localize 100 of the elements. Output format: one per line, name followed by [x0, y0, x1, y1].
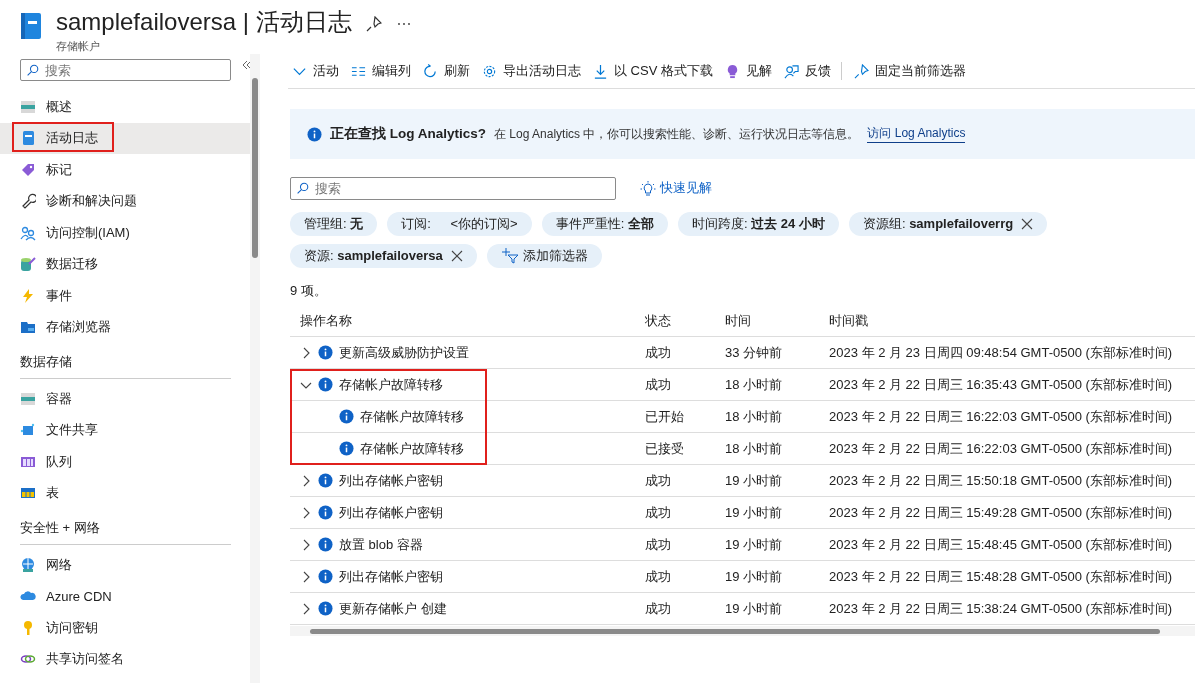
operation-name[interactable]: 列出存储帐户密钥 [339, 471, 443, 490]
scrollbar[interactable] [250, 54, 260, 683]
sidebar-item[interactable]: 概述 [0, 91, 250, 123]
filter-chip[interactable]: 资源组: samplefailoverrg [848, 212, 1048, 236]
sidebar-item[interactable]: 访问控制(IAM) [0, 217, 250, 249]
add-filter-icon [500, 248, 519, 264]
item-count: 9 项。 [290, 282, 328, 300]
sidebar-item-icon [20, 193, 36, 210]
status-cell-text: 成功 [645, 599, 672, 618]
column-header[interactable]: 时间戳 [829, 312, 1195, 330]
banner-title: 正在查找 Log Analytics? [330, 125, 486, 143]
operation-name[interactable]: 更新存储帐户 创建 [339, 599, 447, 618]
status-cell-text: 成功 [645, 503, 672, 522]
info-icon [318, 377, 333, 392]
status-cell-text: 成功 [645, 567, 672, 586]
operation-name[interactable]: 列出存储帐户密钥 [339, 503, 443, 522]
time-cell-text: 19 小时前 [725, 471, 784, 490]
quick-insights-link[interactable]: 快速见解 [640, 180, 712, 197]
sidebar-item[interactable]: 诊断和解决问题 [0, 185, 250, 217]
download-icon [593, 63, 608, 79]
sidebar-item[interactable]: 容器 [0, 383, 250, 415]
time-cell-text: 18 小时前 [725, 439, 784, 458]
info-icon [318, 569, 333, 584]
sidebar-item[interactable]: 文件共享 [0, 414, 250, 446]
toolbar-button[interactable]: 导出活动日志 [478, 62, 589, 80]
operation-name[interactable]: 更新高级威胁防护设置 [339, 343, 469, 362]
sidebar-item[interactable]: 队列 [0, 446, 250, 478]
search-icon [296, 182, 309, 195]
add-filter-button[interactable]: 添加筛选器 [486, 244, 602, 268]
info-icon [339, 409, 354, 424]
toolbar-button[interactable]: 固定当前筛选器 [849, 62, 974, 80]
page-title: samplefailoversa | 活动日志 [56, 7, 352, 37]
banner-text: 在 Log Analytics 中，你可以搜索性能、诊断、运行状况日志等信息。 [494, 125, 860, 143]
sidebar-item-icon [20, 287, 36, 304]
timestamp-cell-text: 2023 年 2 月 22 日周三 16:22:03 GMT-0500 (东部标准时间) [829, 407, 1174, 426]
status-cell-text: 成功 [645, 375, 672, 394]
toolbar-button[interactable]: 编辑列 [347, 62, 419, 80]
timestamp-cell-text: 2023 年 2 月 22 日周三 15:38:24 GMT-0500 (东部标准时间) [829, 599, 1174, 618]
operation-name[interactable]: 存储帐户故障转移 [339, 375, 443, 394]
timestamp-cell-text: 2023 年 2 月 22 日周三 16:22:03 GMT-0500 (东部标准时间) [829, 439, 1174, 458]
filter-chip[interactable]: 资源: samplefailoversa [290, 244, 477, 268]
time-cell-text: 19 小时前 [725, 567, 784, 586]
gear-icon [482, 63, 497, 79]
banner-link[interactable]: 访问 Log Analytics [867, 125, 966, 143]
column-header[interactable]: 状态 [645, 312, 725, 330]
toolbar-button[interactable]: 见解 [720, 62, 780, 80]
status-cell-text: 已开始 [645, 407, 685, 426]
info-icon [318, 345, 333, 360]
operation-name[interactable]: 放置 blob 容器 [339, 535, 423, 554]
filter-chip[interactable]: 时间跨度: 过去 24 小时 [677, 212, 839, 236]
sidebar-item-icon [20, 161, 36, 178]
close-icon[interactable] [450, 250, 463, 262]
pin-icon[interactable] [365, 16, 382, 32]
column-header[interactable]: 时间 [725, 312, 829, 330]
operation-name[interactable]: 存储帐户故障转移 [360, 407, 464, 426]
sidebar-item[interactable]: 数据迁移 [0, 248, 250, 280]
column-header[interactable]: 操作名称 [300, 312, 645, 330]
info-icon [318, 473, 333, 488]
refresh-icon [423, 63, 438, 79]
search-icon [26, 64, 39, 77]
sidebar-item[interactable]: 访问密钥 [0, 612, 250, 644]
collapse-icon[interactable] [242, 60, 252, 70]
sidebar-item[interactable]: 标记 [0, 154, 250, 186]
status-cell-text: 已接受 [645, 439, 685, 458]
sidebar-item[interactable]: 网络 [0, 549, 250, 581]
status-cell-text: 成功 [645, 343, 672, 362]
sidebar-item-icon [20, 98, 36, 115]
timestamp-cell-text: 2023 年 2 月 22 日周三 15:48:45 GMT-0500 (东部标准时间) [829, 535, 1174, 554]
time-cell-text: 18 小时前 [725, 407, 784, 426]
sidebar-item[interactable]: 活动日志 [0, 122, 250, 154]
close-icon[interactable] [1021, 218, 1034, 230]
sidebar-item[interactable]: 事件 [0, 280, 250, 312]
toolbar-button[interactable]: 以 CSV 格式下载 [589, 62, 721, 80]
sidebar-item-icon [20, 319, 36, 336]
toolbar-button[interactable]: 活动 [288, 62, 347, 80]
search-field[interactable]: 搜索 [290, 177, 616, 200]
info-icon [339, 441, 354, 456]
time-cell-text: 18 小时前 [725, 375, 784, 394]
sidebar-item-icon [20, 556, 36, 573]
status-cell-text: 成功 [645, 535, 672, 554]
sidebar-item[interactable]: 共享访问签名 [0, 643, 250, 675]
operation-name[interactable]: 存储帐户故障转移 [360, 439, 464, 458]
info-icon [307, 126, 322, 142]
lightbulb-icon [640, 180, 656, 197]
info-icon [318, 505, 333, 520]
toolbar-button[interactable]: 刷新 [419, 62, 478, 80]
filter-chip[interactable]: 事件严重性: 全部 [541, 212, 668, 236]
sidebar-item[interactable]: 表 [0, 477, 250, 509]
pin-icon [853, 63, 869, 79]
page-subtitle: 存储帐户 [56, 39, 101, 54]
scrollbar[interactable] [290, 626, 1195, 636]
sidebar-search-field[interactable]: 搜索 [20, 59, 231, 81]
sidebar-item[interactable]: Azure CDN [0, 580, 250, 612]
filter-chip[interactable]: 管理组: 无 [290, 212, 378, 236]
sidebar-item[interactable]: 存储浏览器 [0, 311, 250, 343]
sidebar-item-icon [20, 224, 36, 241]
operation-name[interactable]: 列出存储帐户密钥 [339, 567, 443, 586]
timestamp-cell-text: 2023 年 2 月 22 日周三 16:35:43 GMT-0500 (东部标准时间) [829, 375, 1174, 394]
toolbar-button[interactable]: 反馈 [779, 62, 839, 80]
filter-chip[interactable]: 订阅: <你的订阅> [387, 212, 532, 236]
